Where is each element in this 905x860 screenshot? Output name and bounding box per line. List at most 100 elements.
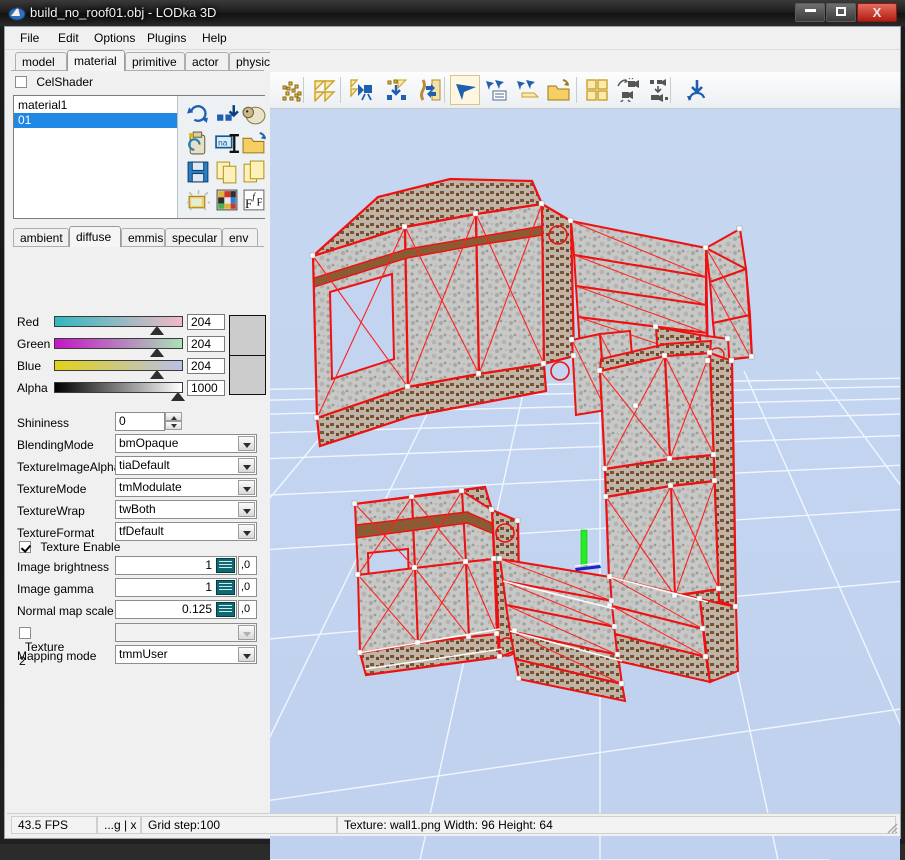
- copy-icon[interactable]: [215, 160, 240, 185]
- minimize-button[interactable]: [795, 3, 825, 22]
- shininess-spin-down[interactable]: [165, 421, 182, 430]
- open-folder-icon[interactable]: [242, 131, 267, 156]
- resize-grip[interactable]: [884, 820, 898, 834]
- maximize-button[interactable]: [826, 3, 856, 22]
- toolbar-reload-button[interactable]: [682, 75, 712, 105]
- palette-icon[interactable]: [215, 188, 240, 213]
- slider-row-alpha: Alpha 1000: [7, 380, 267, 402]
- clipboard-sync-icon[interactable]: [186, 131, 211, 156]
- numeric-suffix-image-brightness[interactable]: ,0: [238, 556, 257, 575]
- calculator-icon-image-brightness[interactable]: [216, 558, 235, 573]
- 3d-viewport[interactable]: [270, 109, 900, 860]
- toolbar-assign-material-button[interactable]: [513, 75, 543, 105]
- mapping-mode-chevron-down-icon[interactable]: [238, 647, 255, 662]
- texture-enable-row[interactable]: Texture Enable: [19, 540, 120, 554]
- toolbar-open-material-button[interactable]: [544, 75, 574, 105]
- numeric-row-image-brightness: Image brightness 1,0: [7, 556, 267, 578]
- chevron-down-icon[interactable]: [238, 524, 255, 539]
- menu-item-help[interactable]: Help: [197, 30, 232, 46]
- menu-item-file[interactable]: File: [15, 30, 44, 46]
- numeric-suffix-image-gamma[interactable]: ,0: [238, 578, 257, 597]
- toolbar-vertices-button[interactable]: [276, 75, 306, 105]
- tab-model[interactable]: model: [15, 52, 67, 70]
- combo-row-texturemode: TextureMode tmModulate: [7, 478, 267, 500]
- material-list-item-selected[interactable]: 01: [14, 113, 177, 128]
- menu-item-plugins[interactable]: Plugins: [142, 30, 191, 46]
- calculator-icon-image-gamma[interactable]: [216, 580, 235, 595]
- paste-icon[interactable]: [242, 160, 267, 185]
- combo-row-texturewrap: TextureWrap twBoth: [7, 500, 267, 522]
- menu-item-options[interactable]: Options: [89, 30, 140, 46]
- shininess-input[interactable]: 0: [115, 412, 165, 431]
- app-icon: [8, 7, 26, 21]
- combo-blendingmode[interactable]: bmOpaque: [115, 434, 257, 453]
- calculator-icon-normal-map-scale[interactable]: [216, 602, 235, 617]
- import-material-icon[interactable]: [215, 102, 240, 127]
- texture2-chevron-down-icon[interactable]: [238, 625, 255, 640]
- rename-text-icon[interactable]: na: [215, 131, 240, 156]
- slider-value-red[interactable]: 204: [187, 314, 225, 330]
- refresh-material-icon[interactable]: [186, 102, 211, 127]
- color-tab-env[interactable]: env: [222, 228, 258, 246]
- toolbar-collapse-vertices-button[interactable]: [382, 75, 412, 105]
- color-tab-specular[interactable]: specular: [165, 228, 222, 246]
- tab-material[interactable]: material: [67, 50, 125, 71]
- combo-texturemode[interactable]: tmModulate: [115, 478, 257, 497]
- shininess-spinner[interactable]: [165, 412, 182, 431]
- svg-text:F: F: [245, 197, 252, 211]
- slider-thumb-green[interactable]: [150, 348, 164, 357]
- font-icon[interactable]: FfF: [242, 188, 267, 213]
- slider-thumb-blue[interactable]: [150, 370, 164, 379]
- numeric-row-image-gamma: Image gamma 1,0: [7, 578, 267, 600]
- combo-textureformat[interactable]: tfDefault: [115, 522, 257, 541]
- numeric-suffix-normal-map-scale[interactable]: ,0: [238, 600, 257, 619]
- combo-texturewrap[interactable]: twBoth: [115, 500, 257, 519]
- toolbar-viewports-grid-button[interactable]: [582, 75, 612, 105]
- material-list[interactable]: material1 01: [14, 96, 177, 218]
- combo-textureimagealpha[interactable]: tiaDefault: [115, 456, 257, 475]
- camera-up-icon: [617, 78, 639, 102]
- application-window: build_no_roof01.obj - LODka 3D X File Edi…: [0, 0, 905, 860]
- slider-thumb-red[interactable]: [150, 326, 164, 335]
- celshader-checkbox[interactable]: [15, 76, 27, 88]
- toolbar-camera-up-button[interactable]: [613, 75, 643, 105]
- slider-value-blue[interactable]: 204: [187, 358, 225, 374]
- slider-value-alpha[interactable]: 1000: [187, 380, 225, 396]
- chevron-down-icon[interactable]: [238, 480, 255, 495]
- toolbar-separator-4: [670, 77, 671, 103]
- slider-row-green: Green 204: [7, 336, 267, 358]
- tab-primitive[interactable]: primitive: [125, 52, 185, 70]
- toolbar-mirror-bone-button[interactable]: [415, 75, 445, 105]
- export-image-icon[interactable]: [186, 188, 211, 213]
- slider-value-green[interactable]: 204: [187, 336, 225, 352]
- sheep-preview-icon[interactable]: [242, 102, 267, 127]
- status-mode: ...g | x: [97, 816, 141, 834]
- texture-enable-checkbox[interactable]: [19, 541, 31, 553]
- texture2-checkbox[interactable]: [19, 627, 31, 639]
- tab-actor[interactable]: actor: [185, 52, 229, 70]
- toolbar-face-camera-button[interactable]: [346, 75, 376, 105]
- status-texture-info: Texture: wall1.png Width: 96 Height: 64: [337, 816, 896, 834]
- chevron-down-icon[interactable]: [238, 436, 255, 451]
- color-tab-ambient[interactable]: ambient: [13, 228, 69, 246]
- toolbar-material-list-button[interactable]: [482, 75, 512, 105]
- chevron-down-icon[interactable]: [238, 502, 255, 517]
- toolbar-faces-button[interactable]: [309, 75, 339, 105]
- mirror-bone-icon: [420, 79, 441, 101]
- close-button[interactable]: X: [857, 3, 897, 22]
- color-tab-emmis[interactable]: emmis: [121, 228, 165, 246]
- camera-track-icon: [650, 79, 668, 102]
- numeric-label-image-gamma: Image gamma: [17, 582, 94, 596]
- color-tab-diffuse[interactable]: diffuse: [69, 226, 121, 247]
- texture2-combo[interactable]: [115, 623, 257, 642]
- shininess-spin-up[interactable]: [165, 412, 182, 421]
- mapping-mode-combo[interactable]: tmmUser: [115, 645, 257, 664]
- slider-thumb-alpha[interactable]: [171, 392, 185, 401]
- slider-track-alpha[interactable]: [54, 382, 183, 393]
- menu-item-edit[interactable]: Edit: [53, 30, 84, 46]
- save-disk-icon[interactable]: [186, 160, 211, 185]
- celshader-row[interactable]: CelShader: [15, 75, 93, 91]
- faces-icon: [314, 80, 336, 102]
- toolbar-select-arrow-button[interactable]: [450, 75, 480, 105]
- chevron-down-icon[interactable]: [238, 458, 255, 473]
